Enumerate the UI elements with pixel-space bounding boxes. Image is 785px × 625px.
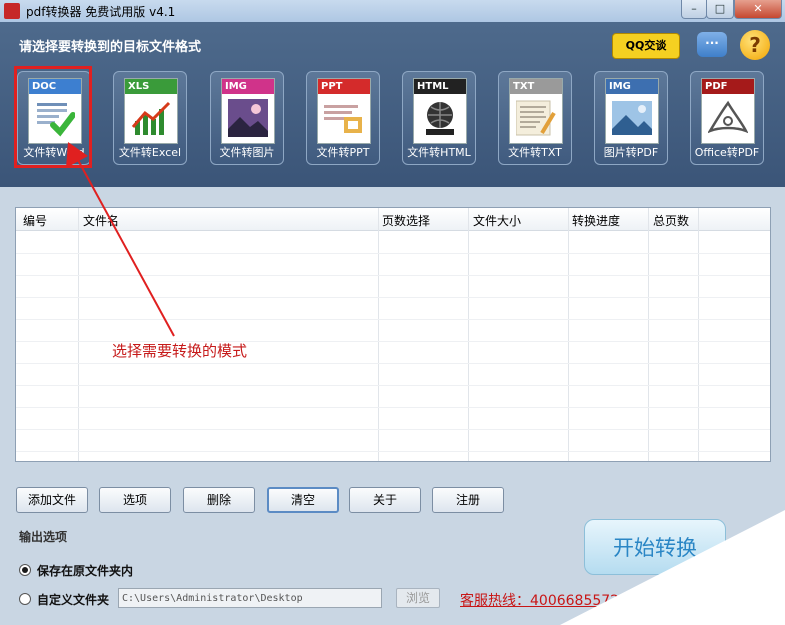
format-to-html[interactable]: HTML 文件转HTML bbox=[402, 71, 476, 165]
column-divider bbox=[468, 208, 469, 461]
row-divider bbox=[16, 407, 770, 408]
options-button[interactable]: 选项 bbox=[99, 487, 171, 513]
format-to-image[interactable]: IMG 文件转图片 bbox=[210, 71, 284, 165]
row-divider bbox=[16, 297, 770, 298]
column-divider bbox=[378, 208, 379, 461]
excel-document-icon: XLS bbox=[124, 78, 178, 144]
format-to-ppt[interactable]: PPT 文件转PPT bbox=[306, 71, 380, 165]
clear-button[interactable]: 清空 bbox=[267, 487, 339, 513]
service-hotline-link[interactable]: 客服热线：4006685572 QQ bbox=[460, 590, 646, 610]
column-header[interactable]: 转换进度 bbox=[572, 212, 620, 229]
format-label: 图片转PDF bbox=[603, 146, 659, 159]
column-header[interactable]: 文件大小 bbox=[473, 212, 521, 229]
row-divider bbox=[16, 451, 770, 452]
image-pdf-icon-art bbox=[612, 101, 652, 135]
txt-icon-art bbox=[516, 100, 556, 136]
txt-document-icon: TXT bbox=[509, 78, 563, 144]
image-icon-art bbox=[228, 99, 268, 137]
annotation-text: 选择需要转换的模式 bbox=[112, 342, 248, 360]
qq-chat-button[interactable]: QQ交谈 bbox=[612, 33, 680, 59]
row-divider bbox=[16, 385, 770, 386]
row-divider bbox=[16, 363, 770, 364]
output-options-title: 输出选项 bbox=[19, 530, 68, 544]
format-label: Office转PDF bbox=[694, 146, 760, 159]
row-divider bbox=[16, 275, 770, 276]
row-divider bbox=[16, 319, 770, 320]
window-title: pdf转换器 免费试用版 v4.1 bbox=[26, 5, 176, 19]
radio-custom-folder[interactable] bbox=[19, 593, 31, 605]
format-tag: PPT bbox=[318, 79, 370, 94]
html-document-icon: HTML bbox=[413, 78, 467, 144]
format-image-to-pdf[interactable]: IMG 图片转PDF bbox=[594, 71, 668, 165]
format-tag: IMG bbox=[606, 79, 658, 94]
format-label: 文件转PPT bbox=[316, 146, 370, 159]
file-list-table[interactable]: 编号 文件名 页数选择 文件大小 转换进度 总页数 bbox=[15, 207, 771, 462]
format-label: 文件转Excel bbox=[118, 146, 182, 159]
image-document-icon: IMG bbox=[221, 78, 275, 144]
column-divider bbox=[78, 208, 79, 461]
format-panel: 请选择要转换到的目标文件格式 QQ交谈 ··· ? DOC 文件转Word XL… bbox=[0, 22, 785, 187]
column-header[interactable]: 文件名 bbox=[83, 212, 119, 229]
format-prompt: 请选择要转换到的目标文件格式 bbox=[19, 40, 202, 55]
format-to-txt[interactable]: TXT 文件转TXT bbox=[498, 71, 572, 165]
row-divider bbox=[16, 253, 770, 254]
about-button[interactable]: 关于 bbox=[349, 487, 421, 513]
ppt-icon-art bbox=[324, 105, 362, 133]
save-original-label[interactable]: 保存在原文件夹内 bbox=[37, 562, 133, 579]
column-divider bbox=[568, 208, 569, 461]
column-header[interactable]: 页数选择 bbox=[382, 212, 430, 229]
format-tag: IMG bbox=[222, 79, 274, 94]
minimize-button[interactable]: – bbox=[681, 0, 707, 19]
image-pdf-document-icon: IMG bbox=[605, 78, 659, 144]
row-divider bbox=[16, 429, 770, 430]
title-bar: pdf转换器 免费试用版 v4.1 – □ ✕ bbox=[0, 0, 785, 22]
pdf-document-icon: PDF bbox=[701, 78, 755, 144]
html-icon-art bbox=[426, 102, 454, 135]
maximize-button[interactable]: □ bbox=[706, 0, 734, 19]
format-tag: PDF bbox=[702, 79, 754, 94]
column-header[interactable]: 总页数 bbox=[653, 212, 689, 229]
column-header[interactable]: 编号 bbox=[23, 212, 47, 229]
format-to-excel[interactable]: XLS 文件转Excel bbox=[113, 71, 187, 165]
chat-bubble-icon[interactable]: ··· bbox=[697, 32, 727, 57]
selection-highlight bbox=[14, 66, 92, 168]
delete-button[interactable]: 删除 bbox=[183, 487, 255, 513]
format-label: 文件转HTML bbox=[407, 146, 471, 159]
ppt-document-icon: PPT bbox=[317, 78, 371, 144]
table-header: 编号 文件名 页数选择 文件大小 转换进度 总页数 bbox=[16, 208, 770, 231]
radio-save-original[interactable] bbox=[19, 564, 31, 576]
close-button[interactable]: ✕ bbox=[734, 0, 782, 19]
format-tag: TXT bbox=[510, 79, 562, 94]
format-label: 文件转TXT bbox=[508, 146, 562, 159]
format-office-to-pdf[interactable]: PDF Office转PDF bbox=[690, 71, 764, 165]
app-icon bbox=[4, 3, 20, 19]
pdf-icon-art bbox=[708, 100, 748, 134]
add-file-button[interactable]: 添加文件 bbox=[16, 487, 88, 513]
start-convert-button[interactable]: 开始转换 bbox=[584, 519, 726, 575]
format-tag: HTML bbox=[414, 79, 466, 94]
register-button[interactable]: 注册 bbox=[432, 487, 504, 513]
column-divider bbox=[648, 208, 649, 461]
custom-folder-label[interactable]: 自定义文件夹 bbox=[37, 591, 109, 608]
format-label: 文件转图片 bbox=[219, 146, 275, 159]
column-divider bbox=[698, 208, 699, 461]
format-tag: XLS bbox=[125, 79, 177, 94]
output-path-field[interactable]: C:\Users\Administrator\Desktop bbox=[118, 588, 382, 608]
browse-button[interactable]: 浏览 bbox=[396, 588, 440, 608]
excel-icon-art bbox=[131, 101, 171, 135]
help-icon[interactable]: ? bbox=[740, 30, 770, 60]
